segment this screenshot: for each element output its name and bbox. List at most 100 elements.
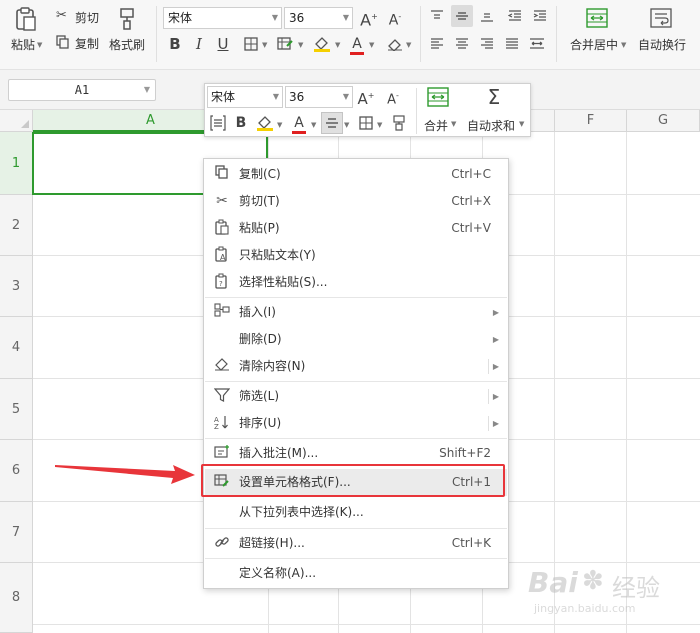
- paste-special-icon: ?: [213, 273, 231, 291]
- submenu-arrow-icon: ▶: [492, 392, 499, 401]
- align-left-icon[interactable]: [426, 33, 448, 55]
- row-header-1[interactable]: 1: [0, 132, 33, 195]
- menu-item-filter[interactable]: 筛选(L) ▶: [205, 383, 507, 410]
- menu-item-paste-special[interactable]: ? 选择性粘贴(S)...: [205, 269, 507, 296]
- mini-autosum-button[interactable]: 自动求和: [467, 117, 515, 134]
- menu-item-shortcut: Ctrl+K: [451, 536, 491, 550]
- fill-color-icon[interactable]: [311, 33, 333, 55]
- paste-dropdown-arrow[interactable]: ▼: [37, 41, 42, 49]
- baidu-jingyan-watermark: Bai ✽ 经验 jingyan.baidu.com: [520, 562, 695, 622]
- decrease-indent-icon[interactable]: [504, 5, 526, 27]
- mini-autosum-icon[interactable]: Σ: [483, 86, 505, 108]
- menu-item-define-name[interactable]: 定义名称(A)...: [205, 560, 507, 587]
- increase-font-icon[interactable]: A+: [358, 6, 380, 29]
- menu-item-pick-from-dropdown[interactable]: 从下拉列表中选择(K)...: [205, 499, 507, 526]
- sort-icon: AZ: [213, 414, 231, 432]
- mini-fill-color-icon[interactable]: [254, 112, 276, 134]
- menu-item-label: 从下拉列表中选择(K)...: [239, 505, 364, 519]
- watermark-url: jingyan.baidu.com: [534, 602, 636, 615]
- mini-align-center-icon[interactable]: [321, 112, 343, 134]
- wrap-text-icon[interactable]: [650, 8, 672, 30]
- menu-item-label: 删除(D): [239, 332, 282, 346]
- bold-icon[interactable]: B: [164, 33, 186, 55]
- comment-icon: [213, 444, 231, 462]
- mini-font-size-select[interactable]: 36 ▼: [285, 86, 353, 108]
- merge-center-icon[interactable]: [586, 8, 608, 30]
- menu-item-paste-text-only[interactable]: A 只粘贴文本(Y): [205, 242, 507, 269]
- row-header-6[interactable]: 6: [0, 440, 33, 502]
- mini-increase-font-icon[interactable]: A+: [355, 85, 377, 108]
- row-header-4[interactable]: 4: [0, 317, 33, 379]
- mini-format-painter-icon[interactable]: [388, 112, 410, 134]
- menu-item-label: 只粘贴文本(Y): [239, 248, 316, 262]
- cut-button[interactable]: 剪切: [75, 11, 99, 25]
- link-icon: [213, 534, 231, 552]
- insert-icon: [213, 303, 231, 321]
- mini-font-color-icon[interactable]: A: [288, 112, 310, 134]
- align-center-icon[interactable]: [451, 33, 473, 55]
- font-size-select[interactable]: 36 ▼: [284, 7, 353, 29]
- menu-item-label: 复制(C): [239, 167, 281, 181]
- row-header-7[interactable]: 7: [0, 502, 33, 563]
- menu-item-shortcut: Ctrl+X: [451, 194, 491, 208]
- select-all-corner[interactable]: [0, 110, 33, 132]
- column-header-g[interactable]: G: [627, 110, 700, 132]
- wrap-text-button[interactable]: 自动换行: [638, 38, 686, 52]
- paste-button[interactable]: 粘贴: [11, 38, 35, 52]
- name-box[interactable]: A1 ▼: [8, 79, 156, 101]
- menu-item-copy[interactable]: 复制(C) Ctrl+C: [205, 161, 507, 188]
- align-right-icon[interactable]: [476, 33, 498, 55]
- underline-icon[interactable]: U: [212, 33, 234, 55]
- mini-font-name-value: 宋体: [211, 90, 236, 104]
- menu-item-insert[interactable]: 插入(I) ▶: [205, 299, 507, 326]
- font-size-value: 36: [289, 11, 305, 25]
- font-name-select[interactable]: 宋体 ▼: [163, 7, 282, 29]
- mini-font-name-select[interactable]: 宋体 ▼: [207, 86, 283, 108]
- mini-decrease-font-icon[interactable]: A-: [382, 85, 404, 107]
- mini-merge-button[interactable]: 合并: [424, 117, 448, 134]
- watermark-brand: Bai: [528, 566, 578, 599]
- merge-center-button[interactable]: 合并居中: [570, 38, 618, 52]
- cell-style-icon[interactable]: [274, 33, 296, 55]
- italic-icon[interactable]: I: [188, 33, 210, 55]
- menu-item-insert-comment[interactable]: 插入批注(M)... Shift+F2: [205, 440, 507, 467]
- menu-item-label: 选择性粘贴(S)...: [239, 275, 328, 289]
- align-bottom-icon[interactable]: [476, 5, 498, 27]
- row-header-2[interactable]: 2: [0, 195, 33, 256]
- menu-item-label: 排序(U): [239, 416, 282, 430]
- decrease-font-icon[interactable]: A-: [384, 6, 406, 29]
- menu-item-shortcut: Ctrl+C: [451, 167, 491, 181]
- mini-cell-format-icon[interactable]: [207, 112, 229, 134]
- menu-item-sort[interactable]: AZ 排序(U) ▶: [205, 410, 507, 437]
- menu-item-hyperlink[interactable]: 超链接(H)... Ctrl+K: [205, 530, 507, 557]
- mini-merge-icon[interactable]: [427, 86, 449, 108]
- justify-icon[interactable]: [501, 33, 523, 55]
- context-menu: 复制(C) Ctrl+C ✂ 剪切(T) Ctrl+X 粘贴(P) Ctrl+V…: [203, 158, 509, 589]
- menu-item-paste[interactable]: 粘贴(P) Ctrl+V: [205, 215, 507, 242]
- copy-icon: [56, 35, 70, 51]
- format-painter-button[interactable]: 格式刷: [109, 38, 145, 52]
- align-top-icon[interactable]: [426, 5, 448, 27]
- menu-item-cut[interactable]: ✂ 剪切(T) Ctrl+X: [205, 188, 507, 215]
- font-color-icon[interactable]: A: [346, 33, 368, 55]
- copy-button[interactable]: 复制: [75, 37, 99, 51]
- increase-indent-icon[interactable]: [529, 5, 551, 27]
- row-header-8[interactable]: 8: [0, 563, 33, 633]
- border-icon[interactable]: [240, 33, 262, 55]
- row-header-5[interactable]: 5: [0, 379, 33, 440]
- mini-border-icon[interactable]: [355, 112, 377, 134]
- align-middle-icon[interactable]: [451, 5, 473, 27]
- distributed-icon[interactable]: [526, 33, 548, 55]
- row-header-3[interactable]: 3: [0, 256, 33, 317]
- menu-item-shortcut: Ctrl+V: [451, 221, 491, 235]
- menu-item-shortcut: Shift+F2: [439, 446, 491, 460]
- column-header-f[interactable]: F: [555, 110, 627, 132]
- paw-icon: ✽: [582, 566, 604, 596]
- mini-bold-icon[interactable]: B: [230, 112, 252, 134]
- menu-item-delete[interactable]: 删除(D) ▶: [205, 326, 507, 353]
- menu-item-clear-contents[interactable]: 清除内容(N) ▶: [205, 353, 507, 380]
- menu-item-label: 剪切(T): [239, 194, 280, 208]
- name-box-value: A1: [74, 83, 90, 97]
- paste-icon[interactable]: [14, 6, 38, 32]
- clear-format-icon[interactable]: [384, 33, 406, 55]
